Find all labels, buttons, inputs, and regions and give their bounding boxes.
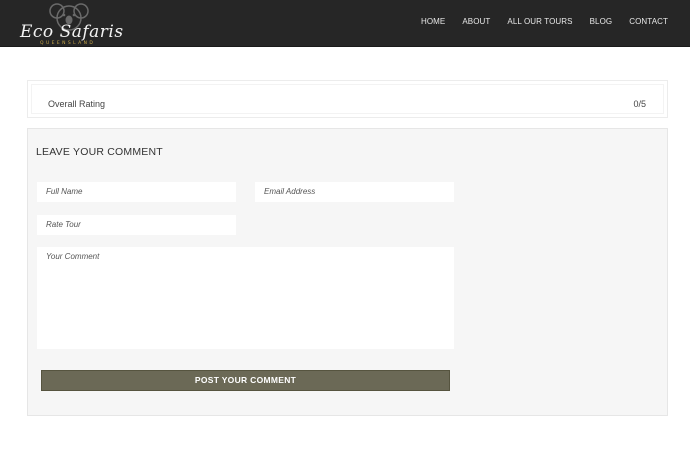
nav-item-all-our-tours[interactable]: ALL OUR TOURS (507, 17, 572, 26)
site-header: Eco Safaris QUEENSLAND HOME ABOUT ALL OU… (0, 0, 690, 47)
nav-item-contact[interactable]: CONTACT (629, 17, 668, 26)
brand-name: Eco Safaris (20, 22, 124, 42)
nav-item-about[interactable]: ABOUT (462, 17, 490, 26)
overall-rating-box: Overall Rating 0/5 (27, 80, 668, 118)
overall-rating-value: 0/5 (633, 99, 646, 109)
leave-comment-panel: LEAVE YOUR COMMENT Full Name Email Addre… (27, 128, 668, 416)
nav-item-blog[interactable]: BLOG (590, 17, 613, 26)
full-name-input[interactable]: Full Name (37, 182, 236, 202)
your-comment-textarea[interactable]: Your Comment (37, 247, 454, 349)
post-comment-button[interactable]: POST YOUR COMMENT (41, 370, 450, 391)
email-address-input[interactable]: Email Address (255, 182, 454, 202)
brand-tagline: QUEENSLAND (40, 41, 96, 46)
main-nav: HOME ABOUT ALL OUR TOURS BLOG CONTACT (404, 17, 668, 26)
overall-rating-label: Overall Rating (48, 99, 106, 109)
overall-rating-inner: Overall Rating 0/5 (31, 84, 664, 114)
site-logo[interactable]: Eco Safaris QUEENSLAND (18, 2, 123, 46)
leave-comment-title: LEAVE YOUR COMMENT (36, 146, 163, 158)
rate-tour-select[interactable]: Rate Tour (37, 215, 236, 235)
nav-item-home[interactable]: HOME (421, 17, 445, 26)
